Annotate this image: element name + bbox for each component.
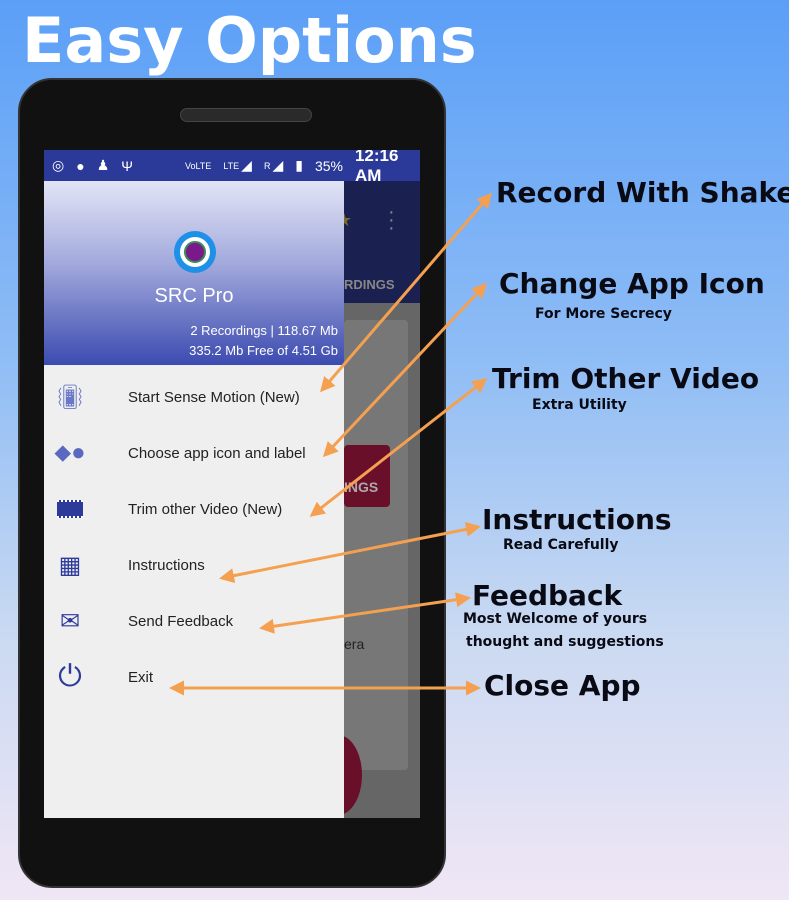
callout-title: Close App xyxy=(484,669,641,702)
callout-title: Feedback xyxy=(472,579,623,612)
arrow xyxy=(219,521,481,584)
callout-title: Instructions xyxy=(482,503,672,536)
callout-subtitle: For More Secrecy xyxy=(535,306,672,322)
callout-subtitle: thought and suggestions xyxy=(466,634,664,650)
callout-subtitle: Read Carefully xyxy=(503,537,619,553)
arrow xyxy=(309,378,488,517)
arrow xyxy=(320,192,492,393)
callout-title: Trim Other Video xyxy=(492,362,760,395)
callout-title: Change App Icon xyxy=(499,267,765,300)
callout-subtitle: Extra Utility xyxy=(532,397,627,413)
callout-subtitle: Most Welcome of yours xyxy=(463,611,648,627)
callout-title: Record With Shake xyxy=(496,176,789,209)
callout-arrows xyxy=(169,192,492,696)
arrow xyxy=(259,592,471,634)
arrow xyxy=(322,282,488,458)
